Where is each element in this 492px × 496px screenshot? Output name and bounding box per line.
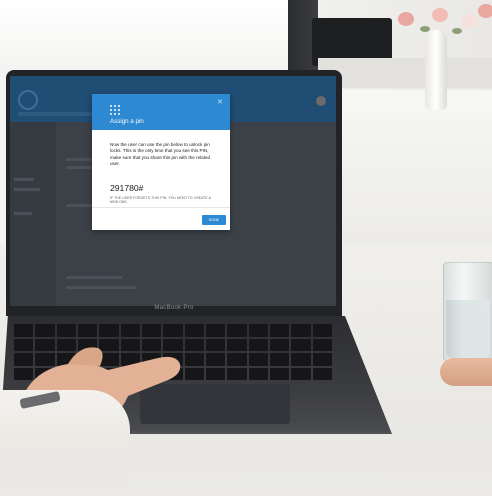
keyboard-key bbox=[291, 338, 311, 351]
laptop-brand-label: MacBook Pro bbox=[154, 305, 194, 311]
avatar[interactable] bbox=[316, 96, 326, 106]
pin-value: 291780# bbox=[110, 183, 144, 193]
flower bbox=[398, 12, 414, 26]
sidebar-placeholder bbox=[14, 178, 34, 181]
flower bbox=[478, 4, 492, 18]
close-icon[interactable]: ✕ bbox=[217, 98, 223, 106]
dialog-description: Now the user can use the pin below to un… bbox=[110, 142, 211, 167]
sidebar-placeholder bbox=[14, 188, 40, 191]
pin-warning-note: IF THE USER FORGETS THIS PIN, YOU NEED T… bbox=[110, 196, 211, 205]
keyboard-key bbox=[206, 338, 226, 351]
keyboard-key bbox=[270, 338, 290, 351]
dialog-divider bbox=[92, 207, 230, 208]
leaf bbox=[420, 26, 430, 32]
keyboard-key bbox=[291, 367, 311, 380]
assign-pin-dialog: ✕ Assign a pin Now the user can use the … bbox=[92, 94, 230, 230]
keyboard-key bbox=[227, 353, 247, 366]
background-cabinet bbox=[340, 90, 492, 250]
flower bbox=[432, 8, 448, 22]
keyboard-key bbox=[248, 338, 268, 351]
keyboard-key bbox=[291, 324, 311, 337]
keyboard-key bbox=[206, 367, 226, 380]
background-window bbox=[0, 0, 290, 75]
dialog-header: ✕ Assign a pin bbox=[92, 94, 230, 130]
keyboard-key bbox=[227, 367, 247, 380]
flower bbox=[462, 14, 478, 28]
flower-vase bbox=[425, 30, 447, 110]
content-placeholder bbox=[66, 276, 122, 279]
keyboard-key bbox=[312, 324, 332, 337]
background-shelf bbox=[318, 58, 492, 88]
keyboard-key bbox=[248, 353, 268, 366]
sidebar-placeholder bbox=[14, 212, 32, 215]
keyboard-key bbox=[312, 353, 332, 366]
keyboard-key bbox=[227, 324, 247, 337]
keyboard-key bbox=[248, 324, 268, 337]
foreground-blur bbox=[0, 430, 492, 496]
keyboard-key bbox=[206, 353, 226, 366]
keyboard-key bbox=[270, 324, 290, 337]
keyboard-key bbox=[227, 338, 247, 351]
keyboard-key bbox=[312, 367, 332, 380]
dialog-title: Assign a pin bbox=[110, 118, 144, 125]
keyboard-key bbox=[270, 367, 290, 380]
content-placeholder bbox=[66, 286, 136, 289]
app-sidebar bbox=[10, 122, 56, 306]
keyboard-key bbox=[206, 324, 226, 337]
keyboard-key bbox=[291, 353, 311, 366]
done-button[interactable]: DONE bbox=[202, 215, 226, 225]
keypad-icon bbox=[110, 105, 120, 115]
left-hand bbox=[440, 358, 492, 386]
keyboard-key bbox=[312, 338, 332, 351]
water bbox=[446, 300, 490, 358]
leaf bbox=[452, 28, 462, 34]
keyboard-key bbox=[248, 367, 268, 380]
keyboard-key bbox=[270, 353, 290, 366]
app-logo bbox=[18, 90, 38, 110]
